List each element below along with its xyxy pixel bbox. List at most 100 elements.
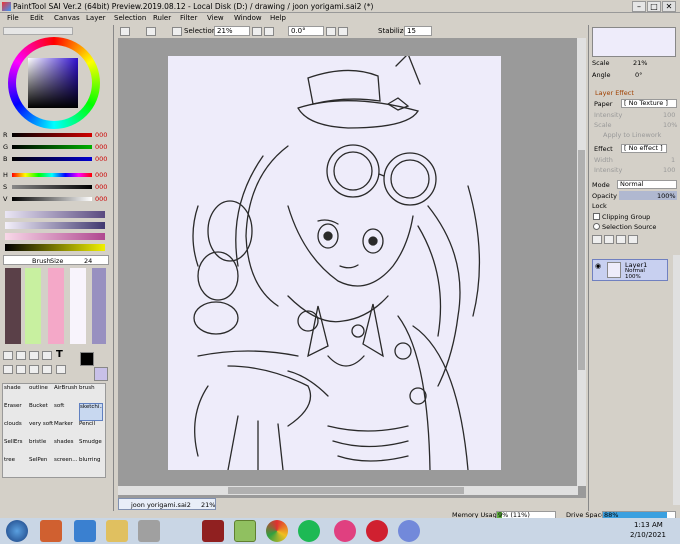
brush-airbrush[interactable]: AirBrush xyxy=(54,385,78,403)
selection-source-checkbox[interactable] xyxy=(593,223,600,230)
canvas-document[interactable] xyxy=(168,56,501,470)
navigator-preview[interactable] xyxy=(592,27,676,57)
minimize-button[interactable]: – xyxy=(632,1,646,12)
brush-shades[interactable]: shades xyxy=(54,439,78,457)
eyedropper-icon[interactable] xyxy=(42,351,52,360)
swatch-3[interactable] xyxy=(48,268,64,344)
menu-canvas[interactable]: Canvas xyxy=(54,14,80,22)
rotate-left-icon[interactable] xyxy=(326,27,336,36)
g-value[interactable]: 000 xyxy=(95,143,107,151)
size-value[interactable]: 24 xyxy=(84,257,92,265)
mix-bar-3[interactable] xyxy=(5,233,105,240)
discord-icon[interactable] xyxy=(398,520,420,542)
redo-icon[interactable] xyxy=(146,27,156,36)
brush-smudge[interactable]: Smudge xyxy=(79,439,103,457)
brush-selpen[interactable]: SelPen xyxy=(29,457,53,475)
b-slider[interactable] xyxy=(12,157,92,161)
layer-effect-header[interactable]: Layer Effect xyxy=(595,89,634,97)
color-mode-tabs[interactable] xyxy=(3,27,73,35)
start-button[interactable] xyxy=(6,520,28,542)
g-slider[interactable] xyxy=(12,145,92,149)
rotate-right-icon[interactable] xyxy=(338,27,348,36)
explorer-icon[interactable] xyxy=(106,520,128,542)
rotation-select[interactable]: 0.0° xyxy=(288,26,324,36)
menu-window[interactable]: Window xyxy=(234,14,262,22)
brush-soft[interactable]: soft xyxy=(54,403,78,421)
brush-size-row[interactable]: Brush Size 24 xyxy=(3,255,109,265)
zoom-out-icon[interactable] xyxy=(252,27,262,36)
paper-select[interactable]: [ No Texture ] xyxy=(621,99,677,108)
menu-layer[interactable]: Layer xyxy=(86,14,106,22)
brush-outline[interactable]: outline xyxy=(29,385,53,403)
s-slider[interactable] xyxy=(12,185,92,189)
brush-tree[interactable]: tree xyxy=(4,457,28,475)
media-icon[interactable] xyxy=(138,520,160,542)
swatch-2[interactable] xyxy=(25,268,41,344)
eye-icon[interactable]: ◉ xyxy=(595,262,604,270)
spotify-icon[interactable] xyxy=(298,520,320,542)
swatch-5[interactable] xyxy=(92,268,106,344)
menu-filter[interactable]: Filter xyxy=(180,14,197,22)
v-slider[interactable] xyxy=(12,197,92,201)
swatch-1[interactable] xyxy=(5,268,21,344)
copy-layer-icon[interactable] xyxy=(616,235,626,244)
zoom-select[interactable]: 21% xyxy=(214,26,250,36)
app-red-icon[interactable] xyxy=(202,520,224,542)
new-folder-icon[interactable] xyxy=(604,235,614,244)
stabilizer-select[interactable]: 15 xyxy=(404,26,432,36)
document-tab[interactable]: joon yorigami.sai2 21% xyxy=(118,498,216,510)
mode-select[interactable]: Normal xyxy=(617,180,677,189)
mix-bar-4[interactable] xyxy=(5,244,105,251)
menu-ruler[interactable]: Ruler xyxy=(153,14,171,22)
canvas-h-scrollbar[interactable] xyxy=(118,486,578,495)
effect-select[interactable]: [ No effect ] xyxy=(621,144,667,153)
mix-bar-2[interactable] xyxy=(5,222,105,229)
brush-bristle[interactable]: bristle xyxy=(29,439,53,457)
h-slider[interactable] xyxy=(12,173,92,177)
brush-marker[interactable]: Marker xyxy=(54,421,78,439)
brush-clouds[interactable]: clouds xyxy=(4,421,28,439)
magic-wand-icon[interactable] xyxy=(29,351,39,360)
brush-very-soft[interactable]: very soft xyxy=(29,421,53,439)
b-value[interactable]: 000 xyxy=(95,155,107,163)
canvas-area[interactable] xyxy=(118,38,586,498)
brush-sketching[interactable]: sketchi... xyxy=(79,403,103,421)
brush-bucket[interactable]: Bucket xyxy=(29,403,53,421)
select-rect-icon[interactable] xyxy=(3,351,13,360)
angle-value[interactable]: 0° xyxy=(635,71,642,79)
brush-shade[interactable]: shade xyxy=(4,385,28,403)
brush-screen[interactable]: screen... xyxy=(54,457,78,475)
r-slider[interactable] xyxy=(12,133,92,137)
menu-view[interactable]: View xyxy=(207,14,224,22)
r-value[interactable]: 000 xyxy=(95,131,107,139)
opacity-value[interactable]: 100% xyxy=(657,192,676,200)
swatch-4[interactable] xyxy=(70,268,86,344)
v-value[interactable]: 000 xyxy=(95,195,107,203)
h-value[interactable]: 000 xyxy=(95,171,107,179)
undo-icon[interactable] xyxy=(120,27,130,36)
color-square[interactable] xyxy=(28,58,78,108)
brush-blurring[interactable]: blurring xyxy=(79,457,103,475)
zoom-in-icon[interactable] xyxy=(264,27,274,36)
hand-icon[interactable] xyxy=(42,365,52,374)
maximize-button[interactable]: □ xyxy=(647,1,661,12)
delete-layer-icon[interactable] xyxy=(628,235,638,244)
menu-selection[interactable]: Selection xyxy=(114,14,146,22)
deselect-icon[interactable] xyxy=(172,27,182,36)
text-tool-icon[interactable]: T xyxy=(56,349,63,360)
new-layer-icon[interactable] xyxy=(592,235,602,244)
brush-brush[interactable]: brush xyxy=(79,385,103,403)
brush-eraser[interactable]: Eraser xyxy=(4,403,28,421)
close-button[interactable]: ✕ xyxy=(662,1,676,12)
menu-help[interactable]: Help xyxy=(270,14,286,22)
sai-taskbar-icon[interactable] xyxy=(234,520,256,542)
lasso-icon[interactable] xyxy=(16,351,26,360)
move-icon[interactable] xyxy=(3,365,13,374)
vlc-icon[interactable] xyxy=(40,520,62,542)
ie-icon[interactable] xyxy=(74,520,96,542)
brush-pencil[interactable]: Pencil xyxy=(79,421,103,439)
clipping-group-checkbox[interactable] xyxy=(593,213,600,220)
rotate-icon[interactable] xyxy=(29,365,39,374)
zoom-icon[interactable] xyxy=(16,365,26,374)
canvas-v-scrollbar[interactable] xyxy=(577,38,586,486)
